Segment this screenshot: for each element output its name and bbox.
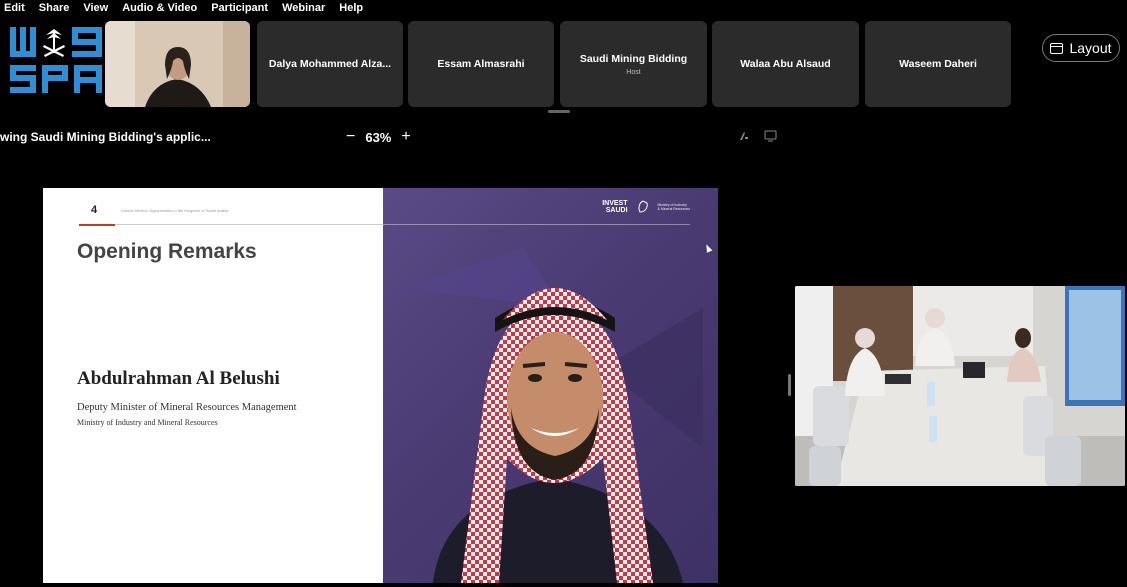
menu-participant[interactable]: Participant (211, 2, 268, 14)
menu-webinar[interactable]: Webinar (282, 2, 325, 14)
slide-text-panel: 4 Unlock Mineral Opportunities in the Ki… (43, 188, 383, 583)
strip-drag-handle[interactable] (548, 110, 570, 113)
participant-video (105, 21, 250, 107)
invest-line1: INVEST (602, 200, 628, 207)
zoom-level: 63% (365, 129, 392, 145)
speaker-name: Abdulrahman Al Belushi (77, 368, 280, 389)
menu-help[interactable]: Help (339, 2, 363, 14)
participant-tile[interactable]: Essam Almasrahi (408, 21, 554, 107)
participant-name: Waseem Daheri (899, 58, 977, 70)
annotate-icon[interactable] (738, 130, 750, 142)
host-label: Host (626, 68, 641, 76)
invest-saudi-logo: INVEST SAUDI Ministry of Industry & Mine… (602, 200, 690, 214)
menu-bar: Edit Share View Audio & Video Participan… (0, 0, 1127, 16)
participant-name: Walaa Abu Alsaud (740, 58, 831, 70)
speaker-role: Deputy Minister of Mineral Resources Man… (77, 402, 297, 413)
layout-label: Layout (1069, 40, 1112, 56)
sharing-status: wing Saudi Mining Bidding's applic... (0, 130, 211, 144)
menu-audio-video[interactable]: Audio & Video (122, 2, 197, 14)
menu-edit[interactable]: Edit (4, 2, 25, 14)
participant-name: Saudi Mining Bidding (579, 52, 688, 65)
participant-video-tile[interactable] (105, 21, 250, 107)
ministry-line2: & Mineral Resources (657, 207, 690, 211)
zoom-in-button[interactable]: + (401, 128, 410, 146)
invest-line2: SAUDI (605, 207, 628, 214)
zoom-out-button[interactable]: − (346, 128, 355, 146)
layout-button[interactable]: Layout (1042, 34, 1120, 62)
share-toolbar: wing Saudi Mining Bidding's applic... − … (0, 128, 1127, 148)
participant-tile[interactable]: Dalya Mohammed Alza... (257, 21, 403, 107)
speaker-portrait (403, 248, 703, 583)
menu-share[interactable]: Share (39, 2, 70, 14)
zoom-control: − 63% + (346, 128, 411, 146)
slide-photo-panel: INVEST SAUDI Ministry of Industry & Mine… (383, 188, 718, 583)
slide-title: Opening Remarks (77, 240, 257, 263)
participant-name: Dalya Mohammed Alza... (268, 58, 392, 70)
share-tools (738, 130, 777, 142)
meeting-room-video[interactable] (795, 286, 1125, 486)
participant-name: Essam Almasrahi (437, 58, 525, 70)
participant-tile[interactable]: Walaa Abu Alsaud (712, 21, 859, 107)
ministry-emblem-icon (638, 200, 648, 213)
spa-logo (10, 27, 102, 93)
speaker-org: Ministry of Industry and Mineral Resourc… (77, 418, 218, 427)
slide-divider-right (383, 224, 690, 225)
participant-tile[interactable]: Waseem Daheri (865, 21, 1011, 107)
menu-view[interactable]: View (83, 2, 108, 14)
remote-control-icon[interactable] (764, 130, 777, 142)
layout-icon (1050, 42, 1064, 54)
slide-divider (115, 224, 383, 225)
participant-tile-host[interactable]: Saudi Mining Bidding Host (560, 21, 707, 107)
meeting-room-scene (795, 286, 1125, 486)
panel-resize-handle[interactable] (788, 374, 791, 396)
slide-number: 4 (91, 204, 98, 216)
slide-accent-line (79, 224, 115, 226)
shared-slide: 4 Unlock Mineral Opportunities in the Ki… (43, 188, 718, 583)
slide-caption: Unlock Mineral Opportunities in the King… (121, 208, 229, 213)
